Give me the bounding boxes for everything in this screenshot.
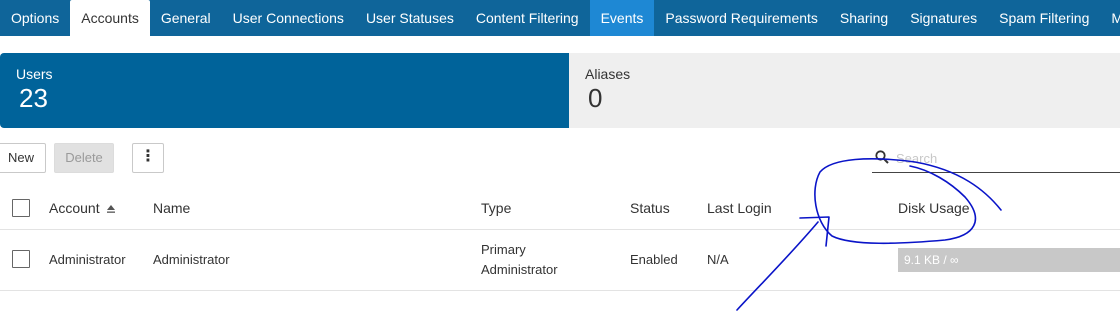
cell-name: Administrator <box>153 252 230 267</box>
annotation-arrow-line <box>736 221 819 311</box>
tab-options[interactable]: Options <box>0 0 70 36</box>
users-card-count: 23 <box>19 83 48 113</box>
search-icon <box>875 150 889 164</box>
delete-button[interactable]: Delete <box>54 143 114 173</box>
users-summary-card[interactable]: Users 23 <box>0 53 569 128</box>
tab-password-requirements[interactable]: Password Requirements <box>654 0 829 36</box>
more-actions-button[interactable]: ⋮ <box>132 143 164 173</box>
cell-type-line2: Administrator <box>481 262 558 277</box>
aliases-summary-card[interactable]: Aliases 0 <box>569 53 1120 128</box>
column-header-disk-usage[interactable]: Disk Usage <box>898 200 970 216</box>
row-divider <box>0 290 1120 291</box>
users-card-title: Users <box>16 66 53 82</box>
header-divider <box>0 229 1120 230</box>
aliases-card-count: 0 <box>588 83 603 113</box>
search-box <box>872 146 1120 173</box>
page: Options Accounts General User Connection… <box>0 0 1120 311</box>
column-header-status[interactable]: Status <box>630 200 670 216</box>
tab-more[interactable]: More <box>1100 0 1120 36</box>
tab-accounts[interactable]: Accounts <box>70 0 150 36</box>
cell-account: Administrator <box>49 252 126 267</box>
cell-type-line1: Primary <box>481 242 526 257</box>
column-header-last-login[interactable]: Last Login <box>707 200 772 216</box>
tab-sharing[interactable]: Sharing <box>829 0 899 36</box>
disk-usage-bar: 9.1 KB / ∞ <box>898 248 1120 272</box>
tab-user-connections[interactable]: User Connections <box>222 0 355 36</box>
column-header-type[interactable]: Type <box>481 200 511 216</box>
cell-last-login: N/A <box>707 252 729 267</box>
tab-events[interactable]: Events <box>589 0 655 36</box>
tab-spam-filtering[interactable]: Spam Filtering <box>988 0 1100 36</box>
disk-usage-value: 9.1 KB / ∞ <box>904 253 959 267</box>
tab-user-statuses[interactable]: User Statuses <box>355 0 465 36</box>
new-button[interactable]: New <box>0 143 46 173</box>
vertical-ellipsis-icon: ⋮ <box>140 148 156 165</box>
aliases-card-title: Aliases <box>585 66 631 82</box>
tab-general[interactable]: General <box>150 0 222 36</box>
sort-ascending-icon <box>106 205 115 214</box>
row-checkbox[interactable] <box>12 250 30 268</box>
search-input[interactable] <box>896 147 1116 169</box>
settings-tab-bar: Options Accounts General User Connection… <box>0 0 1120 36</box>
annotation-arrow-head <box>799 216 830 247</box>
cell-status: Enabled <box>630 252 678 267</box>
tab-content-filtering[interactable]: Content Filtering <box>465 0 590 36</box>
column-header-account-label: Account <box>49 200 100 216</box>
column-header-name[interactable]: Name <box>153 200 190 216</box>
tab-signatures[interactable]: Signatures <box>899 0 988 36</box>
column-header-account[interactable]: Account <box>49 200 116 216</box>
select-all-checkbox[interactable] <box>12 199 30 217</box>
